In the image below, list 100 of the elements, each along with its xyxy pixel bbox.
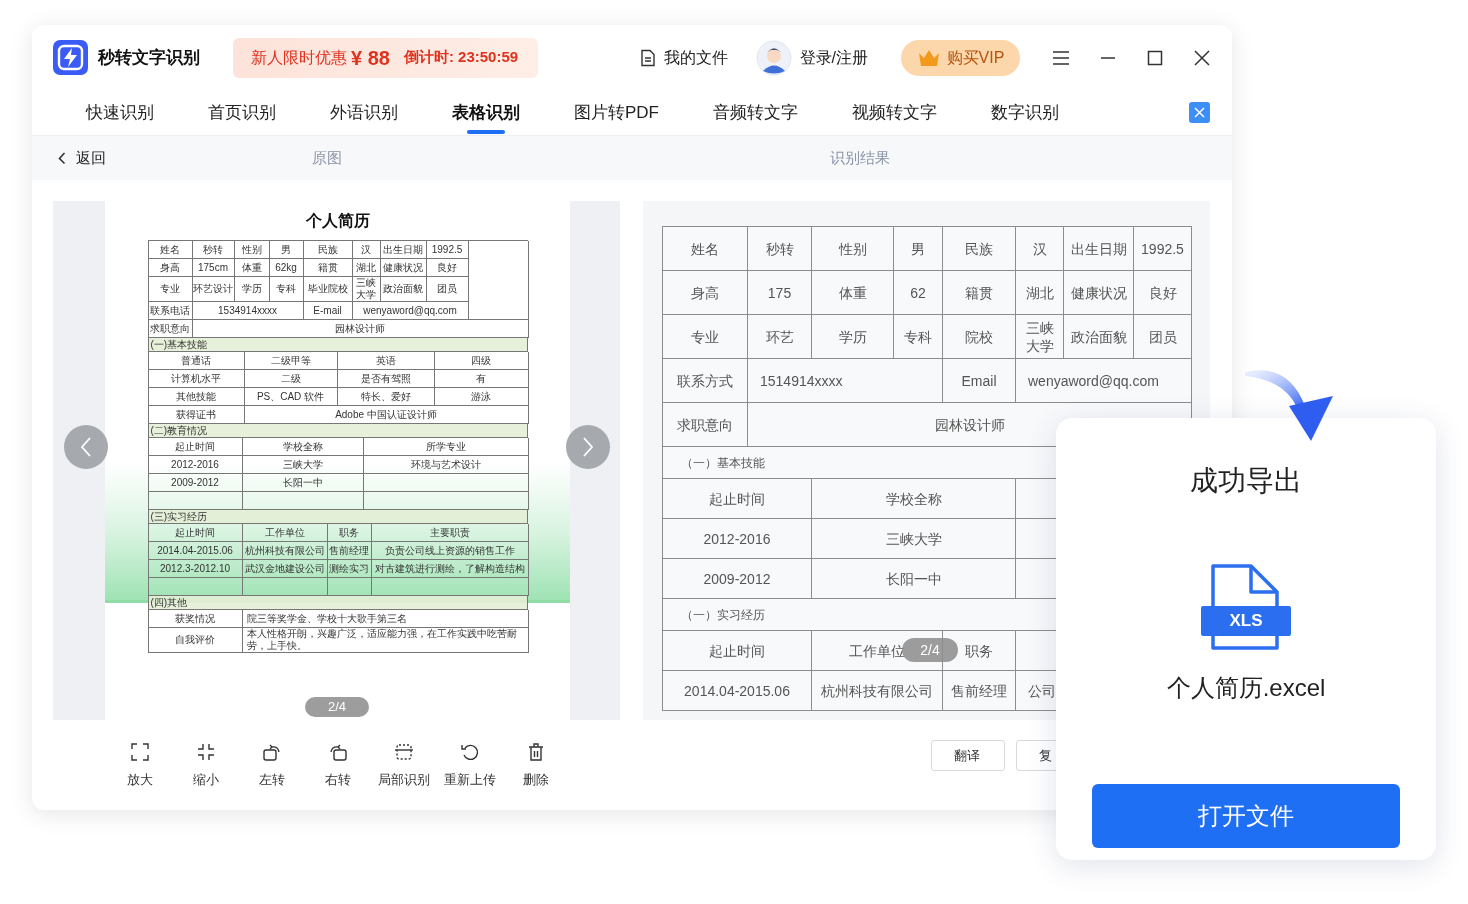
- table-cell: 政治面貌: [380, 277, 427, 302]
- table-cell: 院三等奖学金、学校十大歌手第三名: [242, 610, 529, 628]
- table-cell: 健康状况: [1064, 271, 1134, 315]
- chevron-right-icon: [582, 436, 594, 458]
- table-cell: wenyaword@qq.com: [1016, 359, 1192, 403]
- table-cell: 环艺: [748, 315, 812, 359]
- table-cell: 出生日期: [1064, 227, 1134, 271]
- table-cell: 政治面貌: [1064, 315, 1134, 359]
- table-cell: 秒转: [748, 227, 812, 271]
- table-cell: 籍贯: [943, 271, 1016, 315]
- toolbar-button[interactable]: 缩小: [173, 742, 239, 790]
- tab[interactable]: 外语识别: [330, 90, 398, 135]
- table-cell: 普通话: [148, 352, 245, 370]
- table-cell: 是否有驾照: [337, 370, 435, 388]
- toolbar-button[interactable]: 删除: [503, 742, 569, 790]
- tab[interactable]: 数字识别: [991, 90, 1059, 135]
- table-cell: 二级甲等: [244, 352, 338, 370]
- table-cell: 1514914xxxx: [748, 359, 943, 403]
- table-cell: 62: [894, 271, 943, 315]
- promo-banner[interactable]: 新人限时优惠 ¥ 88 倒计时: 23:50:59: [233, 37, 538, 78]
- table-cell: E-mail: [303, 302, 353, 320]
- close-button[interactable]: [1192, 47, 1212, 68]
- tab[interactable]: 图片转PDF: [574, 90, 659, 135]
- table-cell: 长阳一中: [242, 474, 364, 492]
- table-cell: 体重: [812, 271, 894, 315]
- tab[interactable]: 快速识别: [86, 90, 154, 135]
- table-cell: 良好: [1134, 271, 1192, 315]
- table-cell: 四级: [434, 352, 529, 370]
- table-cell: 2012.3-2012.10: [148, 560, 243, 578]
- table-cell: 院校: [943, 315, 1016, 359]
- toolbar-button[interactable]: 重新上传: [437, 742, 503, 790]
- tab[interactable]: 首页识别: [208, 90, 276, 135]
- table-cell: 学校全称: [242, 438, 364, 456]
- table-cell: 起止时间: [663, 479, 812, 519]
- dashed-frame-icon: [394, 742, 414, 762]
- expand-icon: [130, 742, 150, 762]
- table-cell: 有: [434, 370, 529, 388]
- table-cell: 所学专业: [363, 438, 529, 456]
- table-cell: 体重: [234, 259, 270, 277]
- table-cell: 汉: [1016, 227, 1064, 271]
- table-cell: 三峡大学: [1016, 315, 1064, 359]
- table-cell: Email: [943, 359, 1016, 403]
- toolbar-button[interactable]: 局部识别: [371, 742, 437, 790]
- table-cell: 62kg: [269, 259, 304, 277]
- toolbar-button[interactable]: 放大: [107, 742, 173, 790]
- file-icon: [1201, 564, 1291, 650]
- tab[interactable]: 音频转文字: [713, 90, 798, 135]
- link-label: 登录/注册: [799, 47, 868, 68]
- action-button[interactable]: 翻译: [931, 740, 1005, 771]
- table-cell: 本人性格开朗，兴趣广泛，适应能力强，在工作实践中吃苦耐劳，上手快。: [242, 628, 529, 653]
- toolbar-button[interactable]: 右转: [305, 742, 371, 790]
- table-cell: 售前经理: [943, 671, 1016, 711]
- table-cell: wenyaword@qq.com: [352, 302, 469, 320]
- open-file-button[interactable]: 打开文件: [1092, 784, 1400, 848]
- table-cell: 三峡大学: [242, 456, 364, 474]
- tab[interactable]: 视频转文字: [852, 90, 937, 135]
- table-cell: 籍贯: [303, 259, 353, 277]
- table-cell: 专科: [894, 315, 943, 359]
- table-cell: 175: [748, 271, 812, 315]
- table-cell: 职务: [327, 524, 372, 542]
- rotate-left-icon: [262, 742, 282, 762]
- table-cell: 其他技能: [148, 388, 245, 406]
- table-cell: 民族: [303, 241, 353, 259]
- table-cell: 姓名: [663, 227, 748, 271]
- files-link[interactable]: 我的文件: [638, 45, 728, 70]
- vip-button[interactable]: 购买VIP: [901, 39, 1020, 76]
- section-heading: (四)其他: [148, 596, 528, 610]
- tab[interactable]: 表格识别: [452, 90, 520, 135]
- table-cell: PS、CAD 软件: [244, 388, 338, 406]
- toolbar-button[interactable]: 左转: [239, 742, 305, 790]
- table-cell: 2012-2016: [148, 456, 243, 474]
- table-cell: 获奖情况: [148, 610, 243, 628]
- table-cell: 长阳一中: [812, 559, 1016, 599]
- login-link[interactable]: 登录/注册: [755, 39, 868, 76]
- table-cell: 起止时间: [148, 438, 243, 456]
- close-icon: [1192, 47, 1212, 68]
- table-cell: 1992.5: [426, 241, 469, 259]
- table-cell: 2009-2012: [663, 559, 812, 599]
- close-icon: [1194, 107, 1205, 118]
- undo-icon: [460, 742, 480, 762]
- table-cell: 环境与艺术设计: [363, 456, 529, 474]
- table-cell: 身高: [148, 259, 193, 277]
- table-cell: 性别: [812, 227, 894, 271]
- table-cell: 专业: [148, 277, 193, 302]
- table-cell: 起止时间: [148, 524, 243, 542]
- panel-label: 原图: [312, 147, 342, 168]
- promo-label: 新人限时优惠: [251, 47, 347, 68]
- table-cell: 民族: [943, 227, 1016, 271]
- table-cell: 2014.04-2015.06: [663, 671, 812, 711]
- table-cell: 环艺设计: [192, 277, 235, 302]
- crown-icon: [916, 48, 941, 67]
- table-cell: 起止时间: [663, 631, 812, 671]
- table-cell: 学校全称: [812, 479, 1016, 519]
- table-cell: 专科: [269, 277, 304, 302]
- table-cell: 2009-2012: [148, 474, 243, 492]
- table-cell: 联系电话: [148, 302, 193, 320]
- table-cell: 英语: [337, 352, 435, 370]
- back-link[interactable]: 返回: [32, 146, 152, 170]
- table-cell: 测绘实习: [327, 560, 372, 578]
- table-cell: 健康状况: [380, 259, 427, 277]
